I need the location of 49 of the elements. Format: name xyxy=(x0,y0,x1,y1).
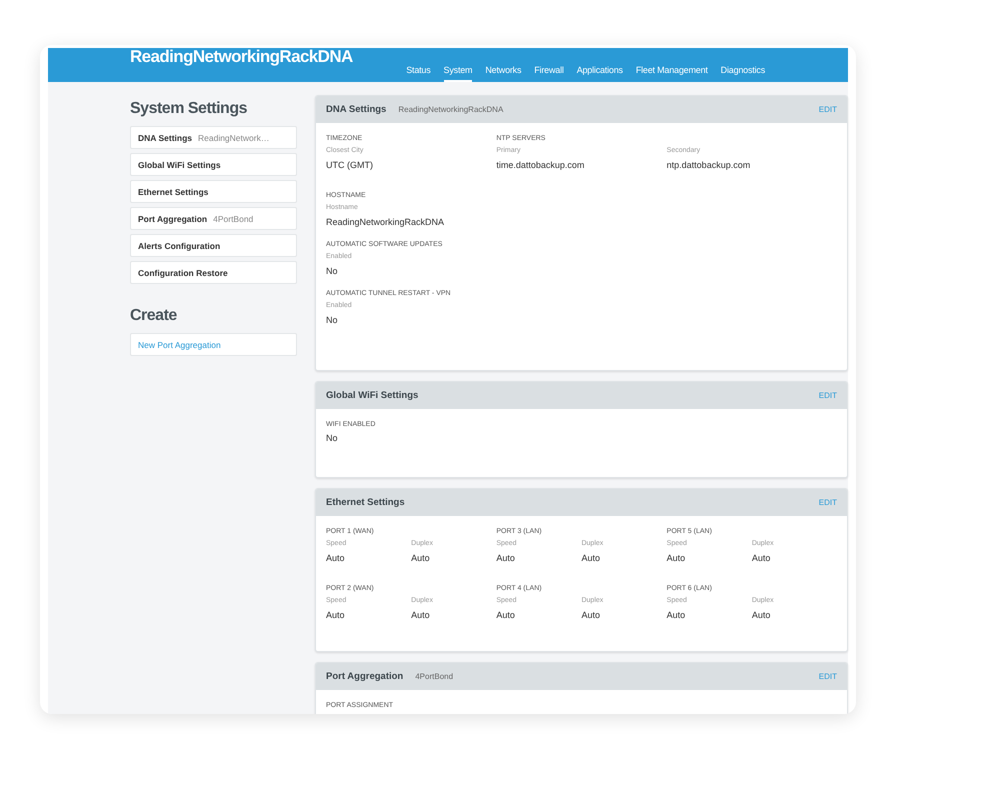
card-subtitle: 4PortBond xyxy=(415,672,454,681)
field-value: Auto xyxy=(666,553,686,563)
app-title: ReadingNetworkingRackDNA xyxy=(130,46,353,68)
field-value: No xyxy=(326,433,339,443)
field-value: ntp.dattobackup.com xyxy=(666,160,752,170)
field-value: Auto xyxy=(411,553,431,563)
card-title: Global WiFi Settings xyxy=(326,390,418,401)
field-value: Auto xyxy=(666,610,686,620)
sidebar-item-detail: 4PortBond xyxy=(213,214,254,224)
sidebar-heading: Create xyxy=(130,307,178,325)
card-title: DNA Settings xyxy=(326,104,386,115)
field-value: No xyxy=(326,315,339,325)
card-title: Ethernet Settings xyxy=(326,497,405,508)
field-value: No xyxy=(326,266,339,276)
field-value: Auto xyxy=(581,553,601,563)
edit-link[interactable]: EDIT xyxy=(818,105,837,114)
field-value: Auto xyxy=(752,610,772,620)
field-value: Auto xyxy=(411,610,431,620)
nav-tab[interactable]: Status xyxy=(406,65,431,82)
card-title: Port Aggregation xyxy=(326,671,404,682)
field-value: Auto xyxy=(326,610,346,620)
field-value: Auto xyxy=(581,610,601,620)
sidebar-heading: System Settings xyxy=(130,100,248,118)
edit-link[interactable]: EDIT xyxy=(818,498,837,507)
field-value: Auto xyxy=(496,610,516,620)
field-value: Auto xyxy=(752,553,772,563)
field-value: UTC (GMT) xyxy=(326,160,374,170)
sidebar-item[interactable]: Port Aggregation 4PortBond xyxy=(130,207,297,230)
sidebar-item[interactable]: DNA Settings ReadingNetwork… xyxy=(130,126,297,149)
edit-link[interactable]: EDIT xyxy=(818,672,837,681)
sidebar-item-detail: ReadingNetwork… xyxy=(198,132,270,142)
nav-tab[interactable]: Firewall xyxy=(534,65,564,82)
sidebar-link[interactable]: New Port Aggregation xyxy=(130,333,297,356)
sidebar-item-label: DNA Settings xyxy=(138,132,192,142)
nav-tab[interactable]: Networks xyxy=(485,65,522,82)
field-value: time.dattobackup.com xyxy=(496,160,586,170)
nav-tab[interactable]: Applications xyxy=(576,65,623,82)
field-value: ReadingNetworkingRackDNA xyxy=(326,217,446,227)
card-subtitle: ReadingNetworkingRackDNA xyxy=(398,105,504,114)
nav-tab[interactable]: Fleet Management xyxy=(636,65,708,82)
sidebar-item[interactable]: Ethernet Settings xyxy=(130,180,297,203)
field-value: Auto xyxy=(496,553,516,563)
sidebar-item[interactable]: Global WiFi Settings xyxy=(130,153,297,176)
field-value: Auto xyxy=(326,553,346,563)
nav-tab[interactable]: Diagnostics xyxy=(720,65,765,82)
edit-link[interactable]: EDIT xyxy=(818,391,837,400)
sidebar-item[interactable]: Configuration Restore xyxy=(130,261,297,284)
sidebar-item[interactable]: Alerts Configuration xyxy=(130,234,297,257)
sidebar-item-label: Port Aggregation xyxy=(138,214,208,224)
